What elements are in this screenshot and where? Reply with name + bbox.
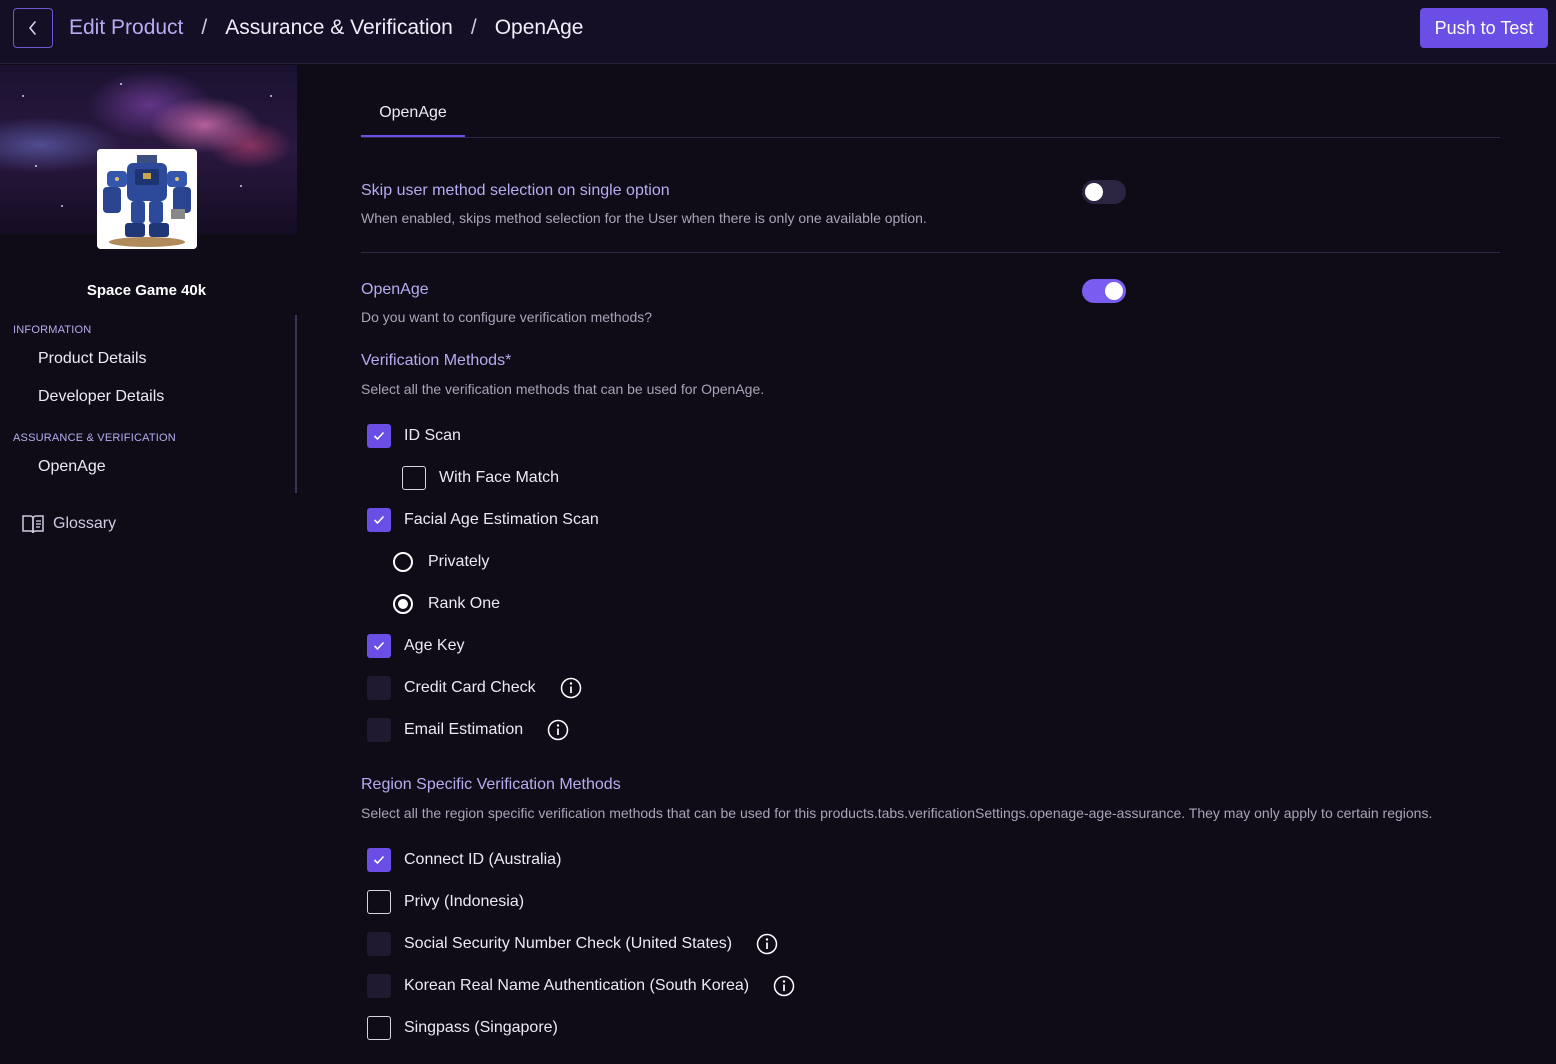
privately-label: Privately [428,553,490,570]
back-button[interactable] [13,8,53,48]
korean-auth-label: Korean Real Name Authentication (South K… [404,977,750,994]
check-icon [373,431,385,441]
privy-label: Privy (Indonesia) [404,893,525,910]
method-face-match[interactable]: With Face Match [402,466,559,490]
connect-id-checkbox[interactable] [367,848,391,872]
info-icon[interactable] [547,719,569,741]
rank-one-label: Rank One [428,595,501,612]
section-divider [361,252,1500,253]
check-icon [373,515,385,525]
breadcrumb: Edit Product / Assurance & Verification … [69,14,583,42]
privy-checkbox[interactable] [367,890,391,914]
breadcrumb-separator: / [470,16,477,39]
face-match-checkbox[interactable] [402,466,426,490]
toggle-knob [1105,282,1123,300]
push-to-test-button[interactable]: Push to Test [1420,8,1548,48]
sidebar-item-glossary[interactable]: Glossary [21,513,116,535]
ssn-label: Social Security Number Check (United Sta… [404,935,733,952]
ssn-checkbox[interactable] [367,932,391,956]
info-icon[interactable] [756,933,778,955]
method-facial-age[interactable]: Facial Age Estimation Scan [367,508,599,532]
region-methods-title: Region Specific Verification Methods [361,776,621,793]
book-icon [22,515,44,534]
verification-methods-description: Select all the verification methods that… [361,381,765,397]
email-estimation-checkbox[interactable] [367,718,391,742]
facial-age-checkbox[interactable] [367,508,391,532]
product-avatar [97,149,197,249]
method-credit-card[interactable]: Credit Card Check [367,676,582,700]
connect-id-label: Connect ID (Australia) [404,851,562,868]
chevron-left-icon [29,21,36,35]
singpass-checkbox[interactable] [367,1016,391,1040]
sidebar-section-information: INFORMATION [13,324,92,336]
method-email-estimation[interactable]: Email Estimation [367,718,569,742]
breadcrumb-separator: / [201,16,208,39]
skip-selection-title: Skip user method selection on single opt… [361,182,670,199]
robot-icon [97,149,197,249]
id-scan-label: ID Scan [404,427,461,444]
check-icon [373,641,385,651]
region-ssn-check[interactable]: Social Security Number Check (United Sta… [367,932,778,956]
credit-card-checkbox[interactable] [367,676,391,700]
region-korean-auth[interactable]: Korean Real Name Authentication (South K… [367,974,795,998]
radio-privately[interactable]: Privately [393,552,489,572]
region-connect-id[interactable]: Connect ID (Australia) [367,848,561,872]
rank-one-radio[interactable] [393,594,413,614]
top-bar: Edit Product / Assurance & Verification … [0,0,1556,64]
toggle-knob [1085,183,1103,201]
skip-selection-description: When enabled, skips method selection for… [361,210,927,226]
korean-auth-checkbox[interactable] [367,974,391,998]
facial-age-label: Facial Age Estimation Scan [404,511,599,528]
verification-methods-title: Verification Methods* [361,352,512,369]
openage-toggle[interactable] [1082,279,1126,303]
glossary-label: Glossary [53,515,117,532]
breadcrumb-openage: OpenAge [494,16,584,39]
info-icon[interactable] [560,677,582,699]
credit-card-label: Credit Card Check [404,679,536,696]
face-match-label: With Face Match [439,469,560,486]
breadcrumb-assurance[interactable]: Assurance & Verification [225,16,453,40]
info-icon[interactable] [773,975,795,997]
skip-selection-toggle[interactable] [1082,180,1126,204]
method-age-key[interactable]: Age Key [367,634,464,658]
privately-radio[interactable] [393,552,413,572]
radio-rank-one[interactable]: Rank One [393,594,500,614]
region-methods-description: Select all the region specific verificat… [361,805,1433,821]
age-key-checkbox[interactable] [367,634,391,658]
openage-title: OpenAge [361,281,429,298]
sidebar-divider [295,315,297,493]
breadcrumb-edit-product[interactable]: Edit Product [69,16,183,40]
email-estimation-label: Email Estimation [404,721,524,738]
tab-openage[interactable]: OpenAge [361,98,465,137]
age-key-label: Age Key [404,637,465,654]
method-id-scan[interactable]: ID Scan [367,424,461,448]
region-singpass[interactable]: Singpass (Singapore) [367,1016,558,1040]
radio-dot [398,599,408,609]
sidebar-item-developer-details[interactable]: Developer Details [38,388,164,406]
openage-description: Do you want to configure verification me… [361,309,653,325]
sidebar-item-product-details[interactable]: Product Details [38,350,147,368]
singpass-label: Singpass (Singapore) [404,1019,558,1036]
product-name: Space Game 40k [86,282,207,299]
sidebar-section-assurance: ASSURANCE & VERIFICATION [13,432,176,444]
region-privy[interactable]: Privy (Indonesia) [367,890,524,914]
sidebar-item-openage[interactable]: OpenAge [38,458,106,476]
tab-divider [361,137,1500,138]
check-icon [373,855,385,865]
id-scan-checkbox[interactable] [367,424,391,448]
